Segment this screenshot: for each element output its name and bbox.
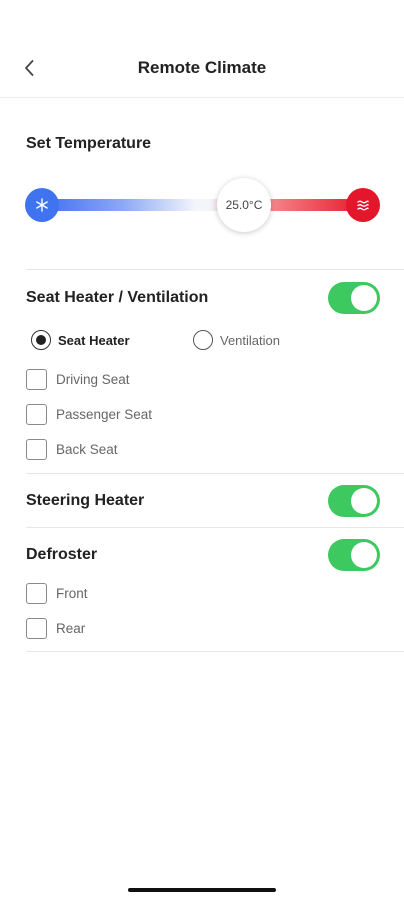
temperature-slider-track[interactable] [40, 199, 364, 211]
passenger-seat-checkbox-row[interactable]: Passenger Seat [26, 404, 152, 425]
driving-seat-checkbox-row[interactable]: Driving Seat [26, 369, 130, 390]
ventilation-radio[interactable]: Ventilation [193, 330, 280, 350]
ventilation-radio-label: Ventilation [220, 332, 280, 348]
checkbox-unchecked-icon [26, 439, 47, 460]
radio-unselected-icon [193, 330, 213, 350]
checkbox-unchecked-icon [26, 618, 47, 639]
toggle-knob [351, 285, 377, 311]
checkbox-unchecked-icon [26, 369, 47, 390]
defroster-title: Defroster [26, 546, 98, 563]
snowflake-icon [36, 198, 48, 212]
temperature-slider-thumb[interactable]: 25.0°C [217, 178, 271, 232]
steering-heater-toggle[interactable] [328, 485, 380, 517]
checkbox-unchecked-icon [26, 404, 47, 425]
passenger-seat-label: Passenger Seat [56, 407, 153, 422]
page-title: Remote Climate [137, 58, 267, 77]
divider [26, 527, 404, 528]
radio-selected-icon [31, 330, 51, 350]
set-temperature-title: Set Temperature [26, 135, 152, 152]
seat-heater-toggle[interactable] [328, 282, 380, 314]
defroster-toggle[interactable] [328, 539, 380, 571]
temperature-value: 25.0°C [225, 198, 263, 212]
seat-heater-radio-label: Seat Heater [58, 332, 130, 348]
divider [26, 651, 404, 652]
cool-button[interactable] [25, 188, 59, 222]
home-indicator[interactable] [128, 888, 276, 892]
divider [26, 269, 404, 270]
heat-waves-icon [357, 200, 369, 211]
seat-heater-ventilation-title: Seat Heater / Ventilation [26, 289, 209, 306]
back-seat-label: Back Seat [56, 442, 118, 457]
seat-heater-radio[interactable]: Seat Heater [31, 330, 130, 350]
back-seat-checkbox-row[interactable]: Back Seat [26, 439, 118, 460]
rear-label: Rear [56, 621, 86, 636]
checkbox-unchecked-icon [26, 583, 47, 604]
toggle-knob [351, 488, 377, 514]
driving-seat-label: Driving Seat [56, 372, 130, 387]
steering-heater-title: Steering Heater [26, 492, 145, 509]
toggle-knob [351, 542, 377, 568]
front-defroster-checkbox-row[interactable]: Front [26, 583, 88, 604]
app-header: Remote Climate [0, 0, 404, 98]
divider [26, 473, 404, 474]
heat-button[interactable] [346, 188, 380, 222]
rear-defroster-checkbox-row[interactable]: Rear [26, 618, 85, 639]
front-label: Front [56, 586, 88, 601]
